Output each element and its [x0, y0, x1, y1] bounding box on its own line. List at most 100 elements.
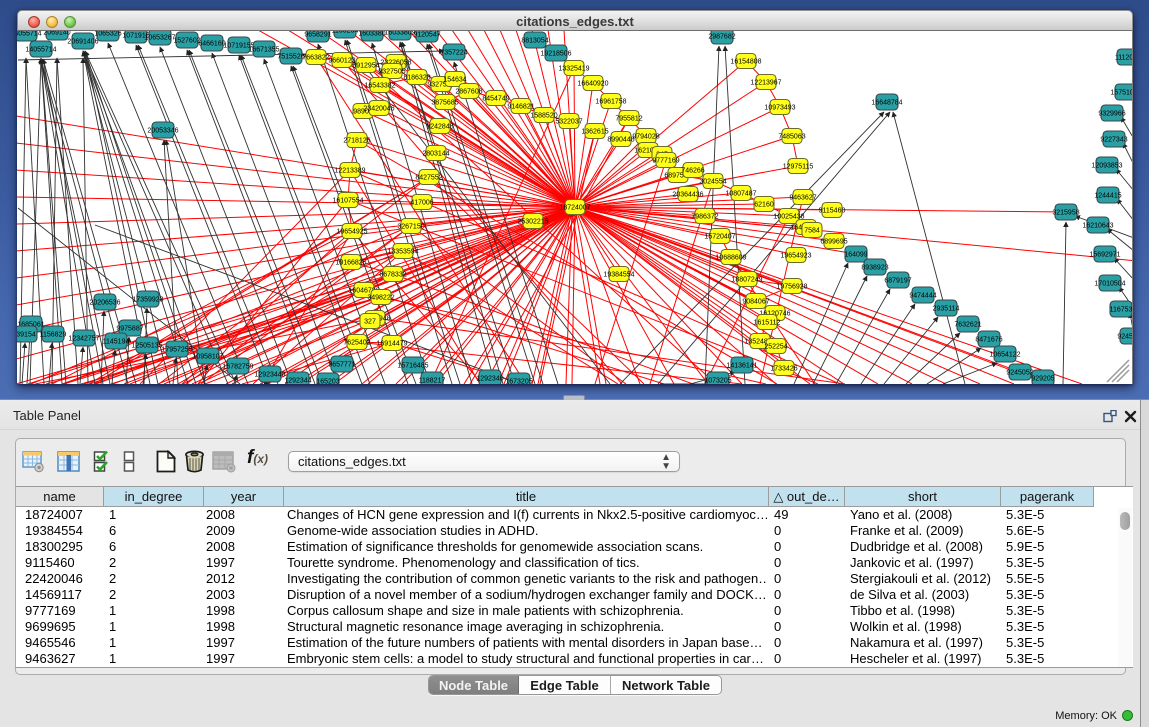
svg-text:7663822: 7663822 [302, 54, 329, 61]
svg-text:9115460: 9115460 [819, 207, 846, 214]
svg-text:3024554: 3024554 [699, 178, 726, 185]
svg-text:3875685: 3875685 [431, 99, 458, 106]
svg-text:19756928: 19756928 [776, 283, 807, 290]
svg-text:5322037: 5322037 [555, 118, 582, 125]
svg-text:1673205: 1673205 [505, 378, 532, 384]
svg-text:7625402: 7625402 [343, 339, 370, 346]
svg-text:12093853: 12093853 [1091, 162, 1122, 169]
svg-text:13353594: 13353594 [387, 248, 418, 255]
svg-text:252254: 252254 [764, 343, 787, 350]
svg-text:9658291: 9658291 [304, 31, 331, 38]
svg-text:12975115: 12975115 [783, 163, 814, 170]
svg-text:929205: 929205 [1031, 375, 1054, 382]
svg-text:9463627: 9463627 [789, 194, 816, 201]
svg-text:16154808: 16154808 [730, 58, 761, 65]
svg-text:19384554: 19384554 [603, 271, 634, 278]
svg-text:9975887: 9975887 [116, 325, 143, 332]
svg-text:746266: 746266 [681, 167, 704, 174]
svg-text:14055714: 14055714 [25, 46, 56, 53]
svg-text:8186328: 8186328 [403, 74, 430, 81]
svg-text:16782759: 16782759 [222, 363, 253, 370]
svg-text:1362615: 1362615 [581, 128, 608, 135]
svg-text:1065326: 1065326 [94, 31, 121, 37]
svg-text:8938923: 8938923 [861, 264, 888, 271]
svg-text:16543382: 16543382 [364, 82, 395, 89]
svg-text:9245872: 9245872 [1117, 333, 1132, 340]
svg-text:7485063: 7485063 [778, 133, 805, 140]
svg-text:10973493: 10973493 [764, 104, 795, 111]
svg-text:3498222: 3498222 [367, 294, 394, 301]
svg-text:9120547: 9120547 [413, 31, 440, 38]
svg-text:18807249: 18807249 [731, 276, 762, 283]
svg-text:12923448: 12923448 [254, 371, 285, 378]
svg-text:15716485: 15716485 [397, 362, 428, 369]
svg-text:9146821: 9146821 [507, 103, 534, 110]
svg-text:7357224: 7357224 [440, 49, 467, 56]
svg-text:10807487: 10807487 [725, 190, 756, 197]
svg-text:9329966: 9329966 [1098, 110, 1125, 117]
svg-text:20206536: 20206536 [89, 299, 120, 306]
svg-text:1145194: 1145194 [103, 338, 130, 345]
svg-text:7632621: 7632621 [954, 321, 981, 328]
svg-text:19218506: 19218506 [540, 50, 571, 57]
svg-text:16961758: 16961758 [595, 98, 626, 105]
svg-text:16107554: 16107554 [332, 197, 363, 204]
svg-text:39154: 39154 [17, 331, 36, 338]
svg-text:2987682: 2987682 [708, 33, 735, 40]
svg-text:16648784: 16648784 [871, 99, 902, 106]
svg-text:2069140: 2069140 [43, 31, 70, 36]
svg-text:10654122: 10654122 [989, 351, 1020, 358]
svg-text:165203: 165203 [316, 378, 339, 384]
svg-text:2867608: 2867608 [455, 88, 482, 95]
svg-text:1160254: 1160254 [332, 31, 359, 34]
svg-text:7986372: 7986372 [691, 213, 718, 220]
svg-text:9245052: 9245052 [1006, 369, 1033, 376]
svg-text:14055714: 14055714 [17, 31, 42, 37]
svg-text:16033809: 16033809 [384, 31, 415, 36]
svg-text:16210643: 16210643 [1082, 222, 1113, 229]
svg-text:17359928: 17359928 [132, 296, 163, 303]
svg-text:12213967: 12213967 [750, 79, 781, 86]
svg-text:8427552: 8427552 [415, 174, 442, 181]
svg-text:7955812: 7955812 [615, 115, 642, 122]
svg-text:1244415: 1244415 [1094, 192, 1121, 199]
svg-text:1603380: 1603380 [358, 31, 385, 37]
svg-text:23420046: 23420046 [363, 105, 394, 112]
svg-text:9474444: 9474444 [909, 292, 936, 299]
svg-text:6879197: 6879197 [884, 277, 911, 284]
svg-text:15720407: 15720407 [704, 233, 735, 240]
svg-text:10688609: 10688609 [715, 254, 746, 261]
svg-text:9657771: 9657771 [328, 361, 355, 368]
svg-text:17957255: 17957255 [161, 346, 192, 353]
svg-text:10653267: 10653267 [144, 34, 175, 41]
svg-text:8912954: 8912954 [352, 62, 379, 69]
svg-text:20364436: 20364436 [672, 191, 703, 198]
svg-text:8813054: 8813054 [521, 37, 548, 44]
svg-text:1073205: 1073205 [704, 377, 731, 384]
svg-text:2718126: 2718126 [343, 137, 370, 144]
svg-text:12213389: 12213389 [334, 167, 365, 174]
svg-text:16914479: 16914479 [376, 340, 407, 347]
svg-text:1527602: 1527602 [173, 37, 200, 44]
svg-text:154634: 154634 [443, 76, 466, 83]
svg-text:19654923: 19654923 [780, 252, 811, 259]
svg-text:25302215: 25302215 [517, 218, 548, 225]
svg-text:8990448: 8990448 [607, 136, 634, 143]
svg-text:8678332: 8678332 [379, 271, 406, 278]
svg-text:17010504: 17010504 [1094, 280, 1125, 287]
svg-text:9794028: 9794028 [632, 133, 659, 140]
svg-text:2935114: 2935114 [933, 305, 960, 312]
svg-text:9327505: 9327505 [378, 68, 405, 75]
svg-text:1156829: 1156829 [40, 331, 67, 338]
svg-text:19654925: 19654925 [336, 228, 367, 235]
svg-text:7515526: 7515526 [277, 53, 304, 60]
svg-text:12342757: 12342757 [68, 335, 99, 342]
svg-text:9084067: 9084067 [742, 298, 769, 305]
svg-text:6466160: 6466160 [198, 40, 225, 47]
svg-text:14136141: 14136141 [726, 362, 757, 369]
svg-text:9242848: 9242848 [426, 123, 453, 130]
svg-text:16640920: 16640920 [577, 80, 608, 87]
svg-text:20691406: 20691406 [67, 38, 98, 45]
svg-text:9227343: 9227343 [1100, 136, 1127, 143]
svg-text:15751074: 15751074 [1110, 89, 1132, 96]
